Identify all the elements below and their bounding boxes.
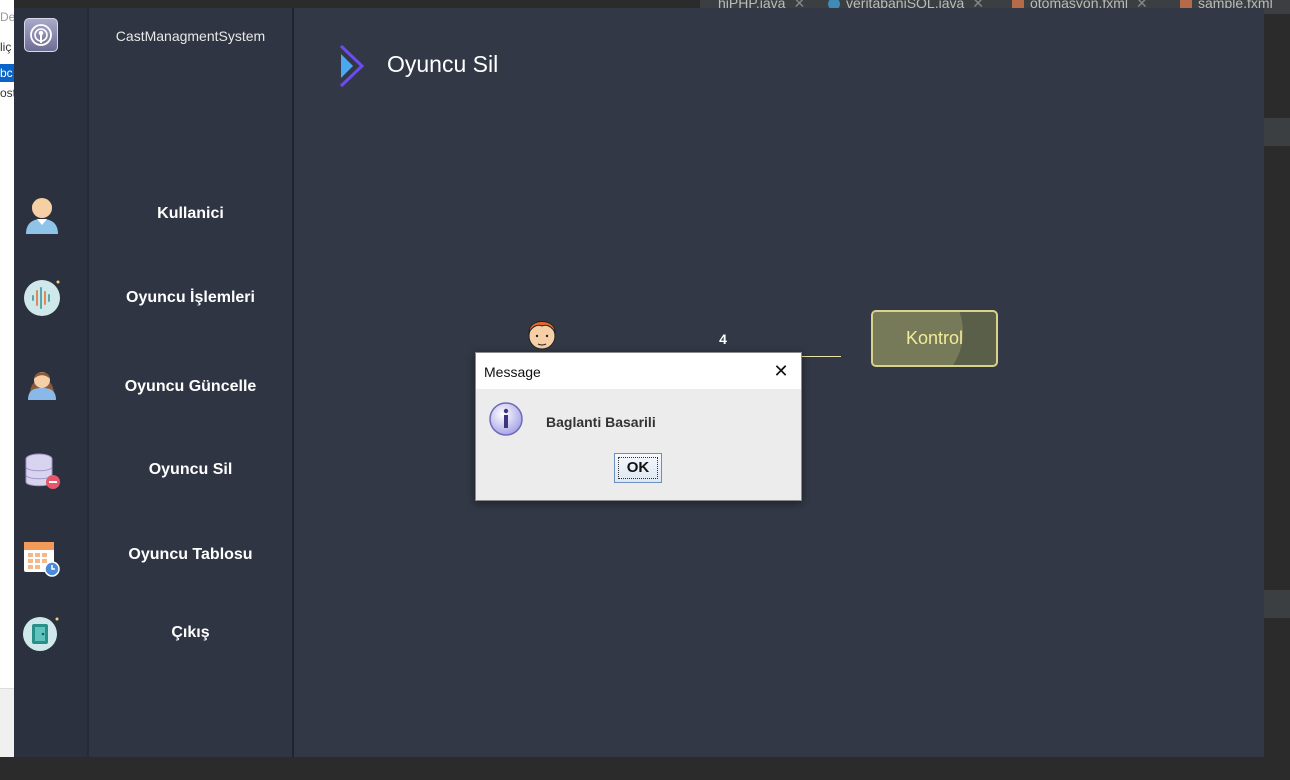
podcast-icon[interactable] [24, 18, 58, 52]
menu-item-cikis[interactable]: Çıkış [89, 624, 292, 642]
woman-avatar-icon[interactable] [22, 362, 62, 402]
background-window: De liç bc ost [0, 0, 14, 757]
menu-item-oyuncu-tablosu[interactable]: Oyuncu Tablosu [89, 546, 292, 564]
id-input[interactable] [800, 356, 841, 357]
app-name: CastManagmentSystem [115, 28, 266, 44]
message-dialog: Message ✕ Baglanti Basarili OK [475, 352, 802, 501]
menu-item-oyuncu-islemleri[interactable]: Oyuncu İşlemleri [89, 289, 292, 307]
menu-item-oyuncu-guncelle[interactable]: Oyuncu Güncelle [89, 378, 292, 396]
menu-item-kullanici[interactable]: Kullanici [89, 205, 292, 223]
ide-status-bar [0, 757, 1290, 780]
ok-button[interactable]: OK [614, 453, 662, 483]
database-remove-icon[interactable] [22, 452, 62, 492]
close-icon[interactable]: ✕ [769, 360, 793, 382]
background-text: De [0, 10, 14, 24]
ide-editor-edge [1264, 14, 1290, 780]
icon-rail [14, 8, 89, 757]
dialog-title: Message [484, 364, 541, 380]
audio-wave-icon[interactable] [22, 278, 62, 318]
kontrol-button-label: Kontrol [905, 328, 964, 348]
page-title: Oyuncu Sil [387, 51, 499, 77]
dialog-message: Baglanti Basarili [546, 414, 656, 430]
background-text: ost [0, 86, 14, 100]
count-label: 4 [719, 331, 727, 347]
calendar-clock-icon[interactable] [22, 538, 62, 578]
background-text: bc [0, 66, 13, 80]
kontrol-button[interactable]: Kontrol [871, 310, 998, 367]
menu-item-oyuncu-sil[interactable]: Oyuncu Sil [89, 461, 292, 479]
side-menu: CastManagmentSystem Kullanici Oyuncu İşl… [89, 8, 294, 757]
background-panel [0, 688, 14, 757]
ide-toolbar-band [1264, 118, 1290, 146]
background-text: liç [0, 40, 12, 54]
user-icon[interactable] [22, 192, 62, 234]
ide-toolbar-band [1264, 590, 1290, 618]
info-icon [488, 401, 524, 442]
dialog-titlebar[interactable]: Message ✕ [476, 353, 801, 389]
exit-door-icon[interactable] [22, 614, 62, 654]
chevron-right-icon [338, 44, 368, 93]
